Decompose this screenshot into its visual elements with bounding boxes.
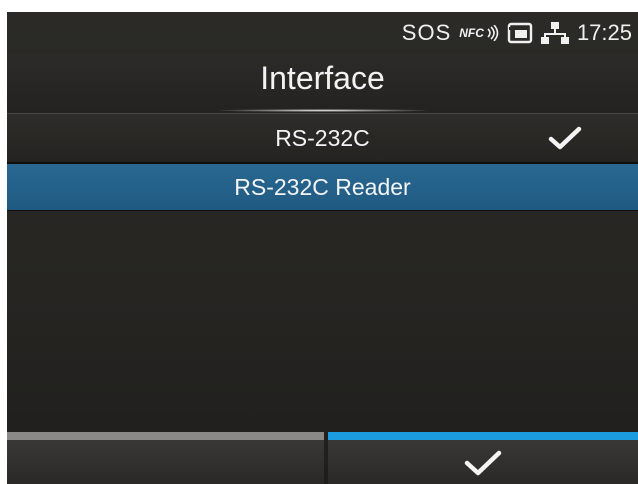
nfc-icon: NFC bbox=[459, 25, 499, 41]
sos-indicator: SOS bbox=[401, 20, 452, 45]
list-item-rs232c-reader[interactable]: RS-232C Reader bbox=[7, 163, 638, 211]
interface-option-list: RS-232C RS-232C Reader bbox=[7, 114, 638, 211]
softkey-left[interactable] bbox=[7, 432, 324, 484]
printer-screen: SOS NFC 17:25 Interface RS-232C RS-232C … bbox=[7, 12, 638, 484]
memory-card-icon bbox=[507, 22, 533, 44]
clock: 17:25 bbox=[576, 20, 632, 45]
header: Interface bbox=[7, 54, 638, 114]
nfc-label: NFC bbox=[459, 26, 484, 40]
page-title: Interface bbox=[260, 60, 385, 96]
list-item-label: RS-232C bbox=[275, 125, 370, 151]
nfc-waves-icon bbox=[487, 25, 499, 41]
list-item-label: RS-232C Reader bbox=[234, 174, 411, 200]
title-underline-glow bbox=[217, 109, 428, 112]
list-item-rs232c[interactable]: RS-232C bbox=[7, 114, 638, 163]
checkmark-icon bbox=[464, 450, 502, 476]
softkey-bar bbox=[7, 432, 638, 484]
status-bar: SOS NFC 17:25 bbox=[402, 12, 632, 54]
softkey-confirm-button[interactable] bbox=[328, 432, 638, 484]
network-icon bbox=[540, 22, 569, 44]
checkmark-icon bbox=[548, 126, 582, 150]
